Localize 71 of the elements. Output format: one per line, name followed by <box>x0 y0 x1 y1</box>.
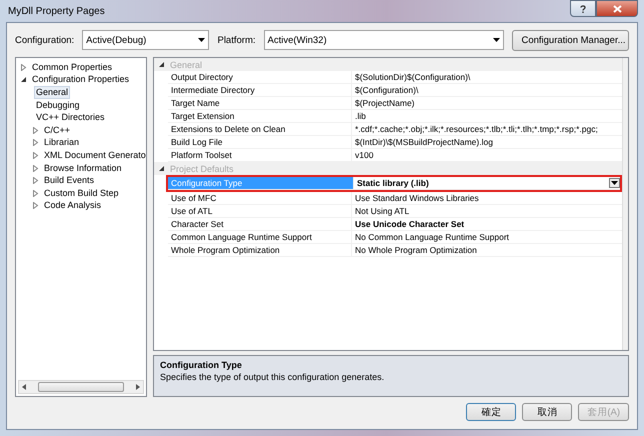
property-value: $(ProjectName) <box>355 97 415 109</box>
property-value: No Whole Program Optimization <box>355 244 477 256</box>
category-header: Project Defaults <box>169 162 234 174</box>
expand-arrow-icon[interactable] <box>32 202 39 210</box>
property-name[interactable]: Common Language Runtime Support <box>168 231 352 244</box>
tree-item[interactable]: Custom Build Step <box>42 186 121 200</box>
property-name[interactable]: Intermediate Directory <box>168 84 352 97</box>
dropdown-button[interactable] <box>609 178 620 188</box>
description-title: Configuration Type <box>160 360 243 370</box>
property-value: $(IntDir)\$(MSBuildProjectName).log <box>355 136 493 148</box>
platform-label: Platform: <box>217 34 256 46</box>
collapse-arrow-icon[interactable] <box>158 165 165 172</box>
property-value: Not Using ATL <box>355 205 410 217</box>
dropdown-arrow-icon <box>493 38 500 42</box>
window-title: MyDll Property Pages <box>7 6 105 16</box>
tree-item[interactable]: VC++ Directories <box>34 111 107 124</box>
expand-arrow-icon[interactable] <box>20 64 27 71</box>
help-button[interactable] <box>570 0 596 17</box>
property-value: Use Unicode Character Set <box>355 218 464 230</box>
property-name[interactable]: Character Set <box>168 218 352 231</box>
configuration-label: Configuration: <box>15 34 74 46</box>
property-name[interactable]: Target Extension <box>168 110 352 123</box>
expand-arrow-icon[interactable] <box>32 139 39 146</box>
close-icon <box>612 4 622 12</box>
dialog-button[interactable]: 確定 <box>466 403 516 421</box>
property-name[interactable]: Use of MFC <box>168 192 352 205</box>
tree-item[interactable]: Librarian <box>42 136 82 150</box>
property-name[interactable]: Output Directory <box>168 71 352 84</box>
dropdown-arrow-icon <box>611 181 618 185</box>
property-value: v100 <box>355 149 374 161</box>
close-button[interactable] <box>596 0 638 17</box>
tree-item[interactable]: C/C++ <box>42 124 72 137</box>
tree-item[interactable]: Common Properties <box>30 60 114 74</box>
property-name[interactable]: Platform Toolset <box>168 149 352 162</box>
property-value: *.cdf;*.cache;*.obj;*.ilk;*.resources;*.tlb;*.tli;*.tlh;*.tmp;*.rsp;*.pgc; <box>355 123 598 135</box>
property-name[interactable]: Whole Program Optimization <box>168 244 352 257</box>
property-value: $(SolutionDir)$(Configuration)\ <box>355 71 470 83</box>
horizontal-scrollbar[interactable] <box>18 380 144 394</box>
expand-arrow-icon[interactable] <box>32 190 39 197</box>
expand-arrow-icon[interactable] <box>32 164 39 172</box>
tree-item[interactable]: Configuration Properties <box>30 73 132 86</box>
dialog-button[interactable]: 取消 <box>522 403 572 421</box>
configuration-dropdown[interactable]: Active(Debug) <box>82 30 210 50</box>
dropdown-arrow-icon <box>198 38 206 42</box>
property-name[interactable]: Use of ATL <box>168 205 352 218</box>
tree-item[interactable]: Debugging <box>34 98 82 112</box>
expand-arrow-icon[interactable] <box>32 152 39 159</box>
category-header: General <box>169 58 202 70</box>
description-text: Specifies the type of output this configuration generates. <box>160 372 386 382</box>
expand-arrow-icon[interactable] <box>32 126 39 134</box>
collapse-arrow-icon[interactable] <box>158 61 165 68</box>
tree-item[interactable]: XML Document Generato <box>42 148 148 162</box>
scroll-right-icon[interactable] <box>135 384 140 390</box>
property-name[interactable]: Extensions to Delete on Clean <box>168 123 352 136</box>
tree-item[interactable]: Build Events <box>42 174 96 188</box>
property-name[interactable]: Build Log File <box>168 136 352 149</box>
property-value: Static library (.lib) <box>357 177 429 189</box>
expand-arrow-icon[interactable] <box>32 177 39 184</box>
tree-item[interactable]: General <box>34 86 70 99</box>
collapse-arrow-icon[interactable] <box>20 76 27 84</box>
property-name[interactable]: Target Name <box>168 97 352 110</box>
property-value: $(Configuration)\ <box>355 84 418 96</box>
property-value: .lib <box>355 110 366 122</box>
scroll-left-icon[interactable] <box>22 384 27 390</box>
property-value: No Common Language Runtime Support <box>355 231 510 243</box>
platform-dropdown[interactable]: Active(Win32) <box>264 30 504 50</box>
tree-item[interactable]: Browse Information <box>42 162 124 175</box>
property-value: Use Standard Windows Libraries <box>355 192 479 204</box>
configuration-manager-button[interactable]: Configuration Manager... <box>512 30 629 50</box>
tree-item[interactable]: Code Analysis <box>42 199 104 212</box>
help-icon <box>580 4 586 12</box>
